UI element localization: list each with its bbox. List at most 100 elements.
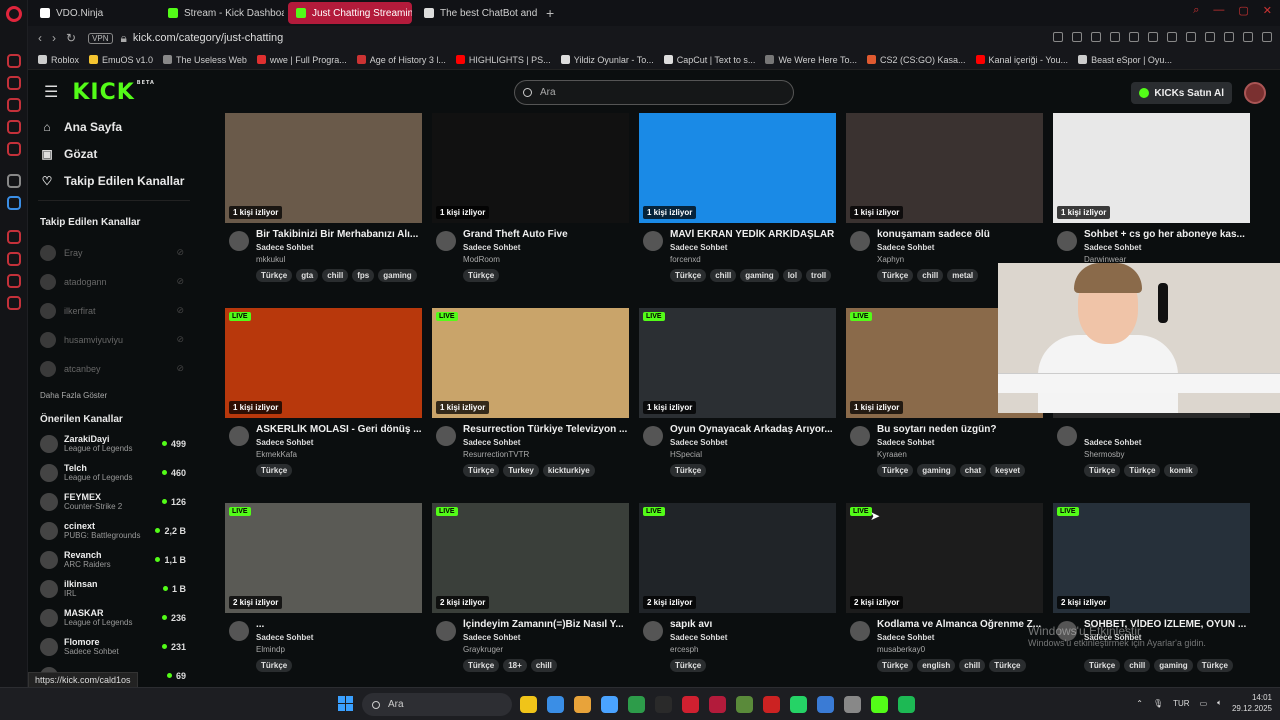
extension-icon[interactable] bbox=[1205, 32, 1215, 42]
tag[interactable]: Türkçe bbox=[1196, 659, 1233, 672]
channel-name[interactable]: ModRoom bbox=[463, 255, 500, 264]
tag[interactable]: Türkçe bbox=[256, 464, 293, 477]
avatar[interactable] bbox=[229, 621, 249, 641]
tag[interactable]: Türkçe bbox=[877, 464, 914, 477]
stream-title[interactable]: Bu soytarı neden üzgün? bbox=[877, 424, 1043, 435]
channel-name[interactable]: Elmindp bbox=[256, 645, 285, 654]
bookmark-item[interactable]: CapCut | Text to s... bbox=[663, 55, 755, 65]
bookmark-item[interactable]: wwe | Full Progra... bbox=[256, 55, 347, 65]
taskbar-app-icon[interactable] bbox=[763, 696, 780, 713]
tag[interactable]: fps bbox=[352, 269, 375, 282]
avatar[interactable] bbox=[436, 621, 456, 641]
url-field[interactable]: kick.com/category/just-chatting bbox=[133, 32, 283, 44]
download-icon[interactable] bbox=[1243, 32, 1253, 42]
puzzle-icon[interactable] bbox=[1224, 32, 1234, 42]
nav-following[interactable]: ♡ Takip Edilen Kanallar bbox=[28, 167, 200, 194]
taskbar-app-icon[interactable] bbox=[628, 696, 645, 713]
forward-icon[interactable]: › bbox=[52, 31, 56, 45]
tag[interactable]: chill bbox=[959, 659, 986, 672]
channel-name[interactable]: Kyraaen bbox=[877, 450, 907, 459]
tag[interactable]: english bbox=[917, 659, 956, 672]
following-channel[interactable]: ilkerfirat ⊘ bbox=[28, 296, 200, 325]
tag[interactable]: 18+ bbox=[503, 659, 527, 672]
bookmark-item[interactable]: CS2 (CS:GO) Kasa... bbox=[866, 55, 966, 65]
audio-icon[interactable] bbox=[1167, 32, 1177, 42]
tag[interactable]: keşvet bbox=[990, 464, 1026, 477]
tag[interactable]: gta bbox=[296, 269, 319, 282]
taskbar-app-icon[interactable] bbox=[601, 696, 618, 713]
avatar[interactable] bbox=[643, 621, 663, 641]
extensions-icon[interactable] bbox=[7, 230, 21, 244]
avatar[interactable] bbox=[1057, 231, 1077, 251]
stream-thumbnail[interactable]: LIVE 1 kişi izliyor bbox=[432, 308, 629, 418]
avatar[interactable] bbox=[1244, 82, 1266, 104]
taskbar-app-icon[interactable] bbox=[817, 696, 834, 713]
tag[interactable]: lol bbox=[782, 269, 803, 282]
tag[interactable]: chill bbox=[1124, 659, 1151, 672]
recommended-channel[interactable]: ilkinsan IRL 1 B bbox=[28, 574, 200, 603]
heart-icon[interactable] bbox=[1129, 32, 1139, 42]
windows-start-icon[interactable] bbox=[338, 696, 354, 712]
tab-just-chatting[interactable]: Just Chatting Streaming - bbox=[288, 2, 412, 24]
bookmark-item[interactable]: Beast eSpor | Oyu... bbox=[1078, 55, 1172, 65]
lock-icon[interactable]: 🔒︎ bbox=[121, 31, 127, 46]
tag[interactable]: gaming bbox=[917, 464, 956, 477]
avatar[interactable] bbox=[229, 231, 249, 251]
recommended-channel[interactable]: ZarakiDayi League of Legends 499 bbox=[28, 429, 200, 458]
stream-title[interactable]: Resurrection Türkiye Televizyon ... bbox=[463, 424, 629, 435]
vpn-badge[interactable]: VPN bbox=[88, 32, 113, 44]
bookmark-item[interactable]: The Useless Web bbox=[163, 55, 247, 65]
clock[interactable]: 14:01 29.12.2025 bbox=[1232, 692, 1272, 714]
bookmark-item[interactable]: Age of History 3 l... bbox=[356, 55, 446, 65]
minimize-icon[interactable]: — bbox=[1213, 4, 1224, 17]
avatar[interactable] bbox=[643, 231, 663, 251]
app-icon[interactable] bbox=[7, 196, 21, 210]
tag[interactable]: Türkçe bbox=[989, 659, 1026, 672]
taskbar-app-icon[interactable] bbox=[574, 696, 591, 713]
bookmark-item[interactable]: EmuOS v1.0 bbox=[89, 55, 153, 65]
stream-title[interactable]: konuşamam sadece ölü bbox=[877, 229, 1043, 240]
stream-title[interactable]: ... bbox=[256, 619, 422, 630]
clock-icon[interactable] bbox=[7, 252, 21, 266]
stream-thumbnail[interactable]: LIVE 2 kişi izliyor bbox=[432, 503, 629, 613]
taskbar-app-icon[interactable] bbox=[709, 696, 726, 713]
stream-thumbnail[interactable]: LIVE 2 kişi izliyor bbox=[639, 503, 836, 613]
ai-icon[interactable] bbox=[7, 174, 21, 188]
maximize-icon[interactable]: ▢ bbox=[1238, 4, 1248, 17]
tag[interactable]: gaming bbox=[1154, 659, 1193, 672]
stream-thumbnail[interactable]: 1 kişi izliyor bbox=[639, 113, 836, 223]
tab-kick-dashboard[interactable]: Stream - Kick Dashboard bbox=[160, 2, 284, 24]
stream-category[interactable]: Sadece Sohbet bbox=[256, 243, 313, 252]
taskbar-app-icon[interactable] bbox=[547, 696, 564, 713]
new-tab-button[interactable]: + bbox=[546, 5, 554, 21]
stream-thumbnail[interactable]: LIVE 2 kişi izliyor bbox=[1053, 503, 1250, 613]
tag[interactable]: Turkey bbox=[503, 464, 539, 477]
taskbar-app-icon[interactable] bbox=[790, 696, 807, 713]
tag[interactable]: komik bbox=[1164, 464, 1198, 477]
tag[interactable]: Türkçe bbox=[670, 464, 707, 477]
tag[interactable]: Türkçe bbox=[1084, 659, 1121, 672]
tag[interactable]: chill bbox=[917, 269, 944, 282]
tag[interactable]: Türkçe bbox=[1124, 464, 1161, 477]
tag[interactable]: chat bbox=[959, 464, 987, 477]
avatar[interactable] bbox=[850, 231, 870, 251]
stream-category[interactable]: Sadece Sohbet bbox=[256, 438, 313, 447]
avatar[interactable] bbox=[229, 426, 249, 446]
kicks-buy-button[interactable]: KICKs Satın Al bbox=[1131, 82, 1232, 104]
tab-vdo-ninja[interactable]: VDO.Ninja bbox=[32, 2, 156, 24]
stream-title[interactable]: Bir Takibinizi Bir Merhabanızı Alı... bbox=[256, 229, 422, 240]
taskbar-app-icon[interactable] bbox=[898, 696, 915, 713]
following-channel[interactable]: atadogann ⊘ bbox=[28, 267, 200, 296]
recommended-channel[interactable]: FEYMEX Counter-Strike 2 126 bbox=[28, 487, 200, 516]
stream-thumbnail[interactable]: LIVE 1 kişi izliyor bbox=[225, 308, 422, 418]
tag[interactable]: gaming bbox=[378, 269, 417, 282]
following-channel[interactable]: Eray ⊘ bbox=[28, 238, 200, 267]
taskbar-app-icon[interactable] bbox=[682, 696, 699, 713]
recommended-channel[interactable]: Revanch ARC Raiders 1,1 B bbox=[28, 545, 200, 574]
channel-name[interactable]: HSpecial bbox=[670, 450, 702, 459]
channel-name[interactable]: ercesph bbox=[670, 645, 698, 654]
reload-icon[interactable]: ↻ bbox=[66, 31, 76, 45]
snapshot-icon[interactable] bbox=[1072, 32, 1082, 42]
avatar[interactable] bbox=[643, 426, 663, 446]
tab-chatbot[interactable]: The best ChatBot and Wid bbox=[416, 2, 540, 24]
